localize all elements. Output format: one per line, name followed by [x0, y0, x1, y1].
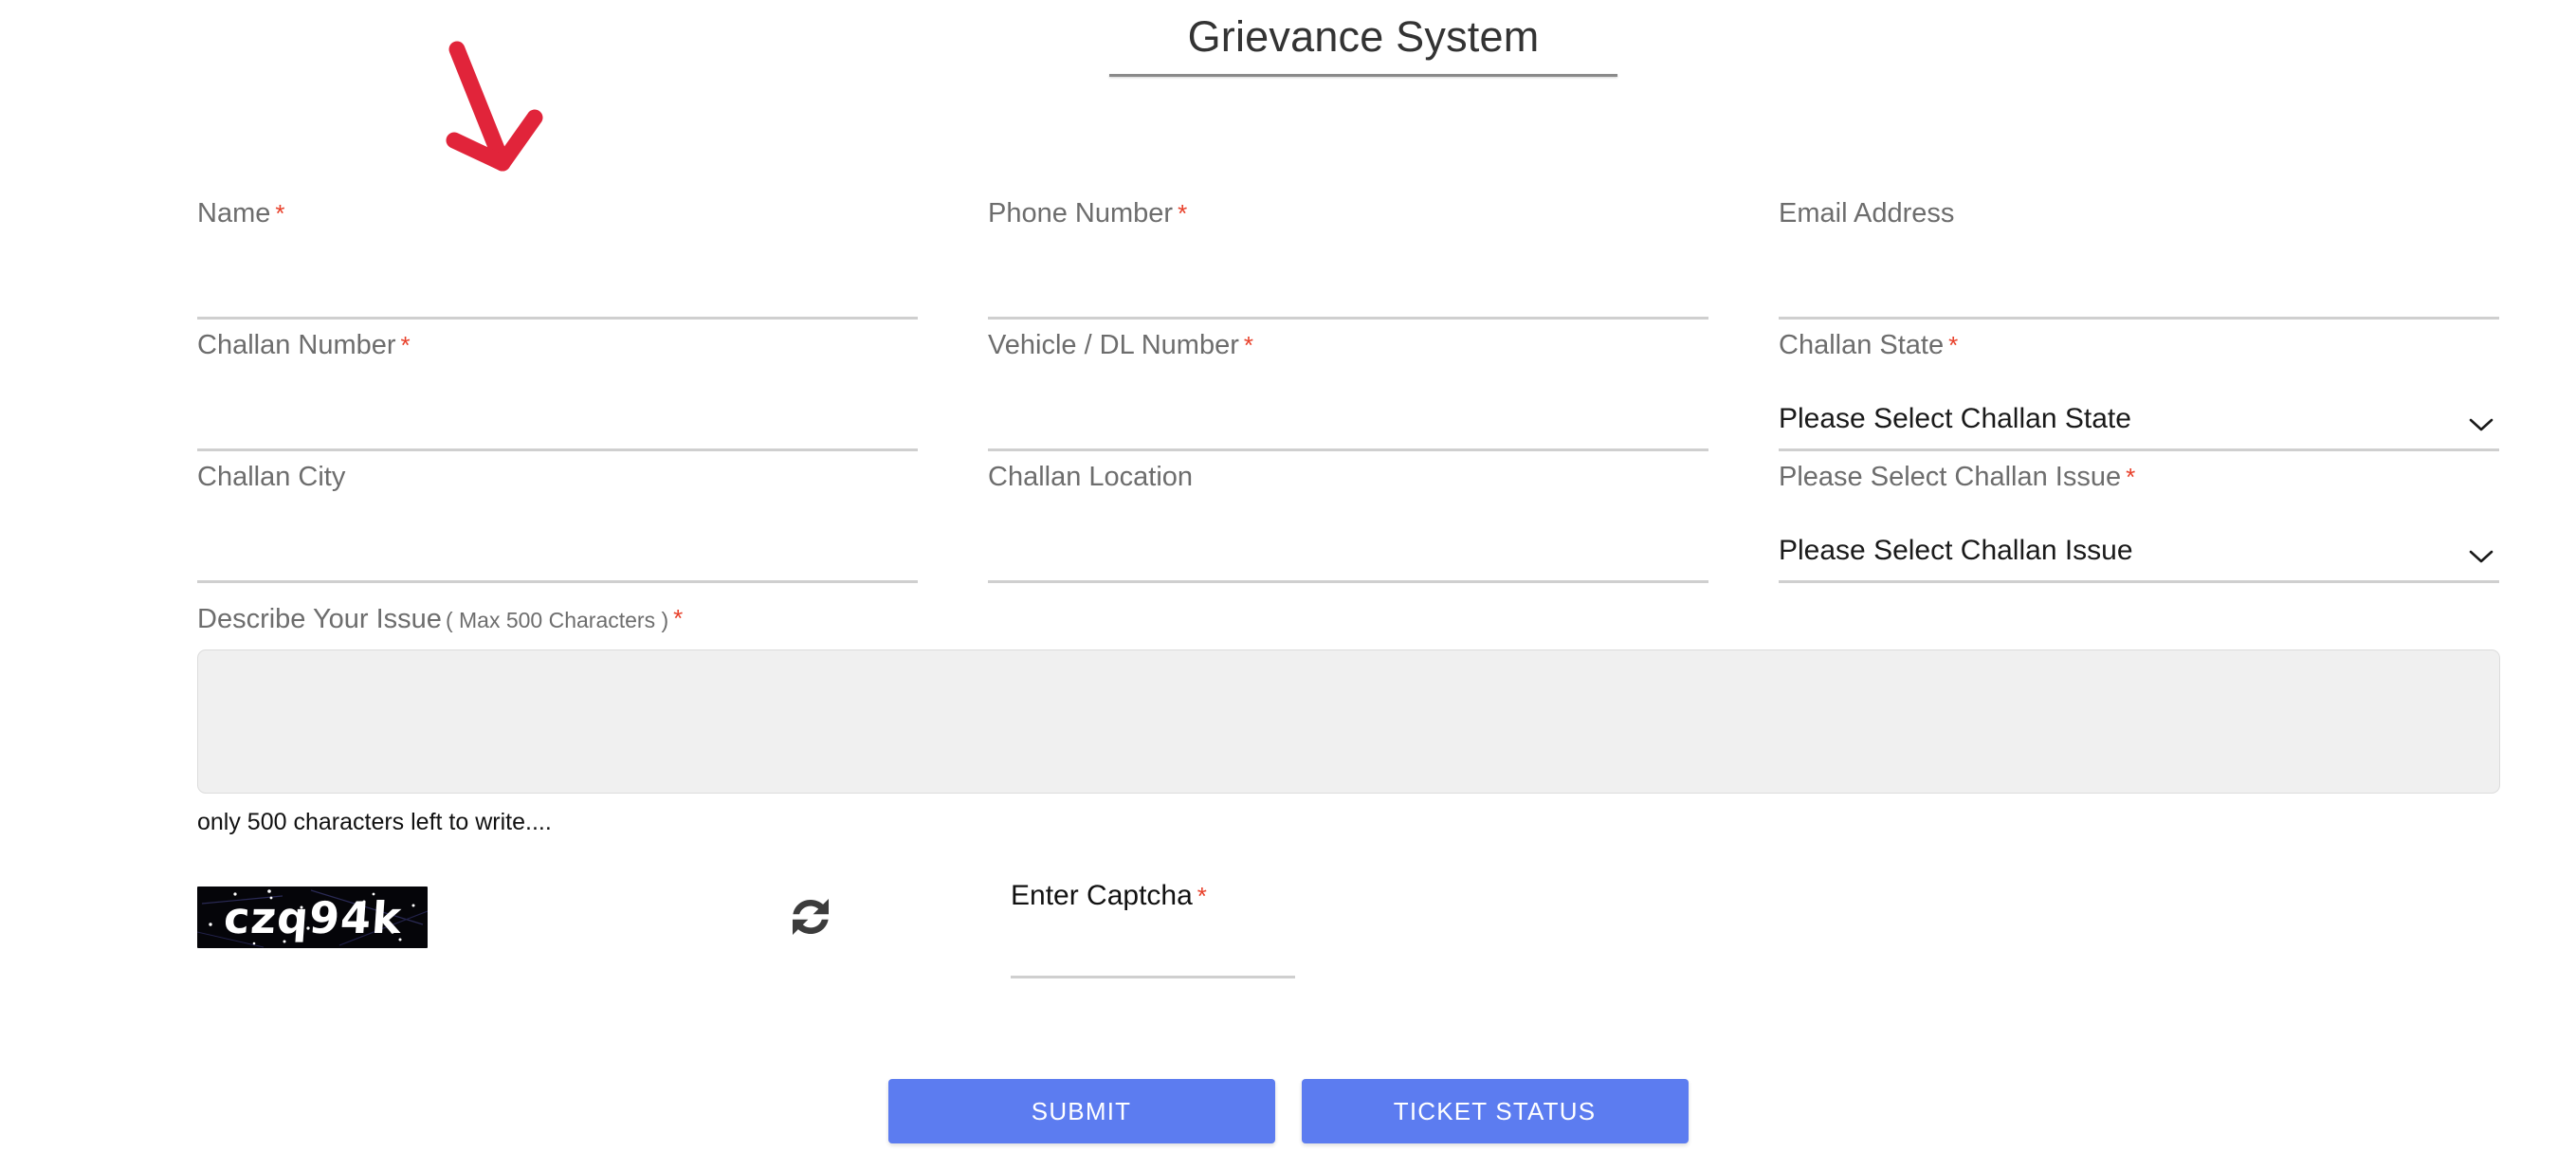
label-text: Phone Number	[988, 198, 1174, 229]
input-underline	[1779, 580, 2499, 583]
field-label: Email Address	[1779, 188, 2499, 229]
field-vehicle-dl-number: Vehicle / DL Number *	[988, 320, 1708, 451]
ticket-status-button[interactable]: TICKET STATUS	[1301, 1079, 1689, 1143]
field-label: Enter Captcha *	[1011, 872, 1295, 912]
challan-city-input[interactable]	[197, 523, 918, 580]
required-marker: *	[1178, 199, 1188, 228]
field-label: Challan Location	[988, 451, 1708, 493]
required-marker: *	[1197, 882, 1207, 910]
field-name: Name *	[197, 188, 918, 320]
email-address-input[interactable]	[1779, 260, 2499, 317]
required-marker: *	[275, 199, 285, 228]
enter-captcha-input[interactable]	[1011, 919, 1295, 976]
field-label: Name *	[197, 188, 918, 229]
challan-state-select-value[interactable]: Please Select Challan State	[1779, 402, 2131, 436]
field-challan-location: Challan Location	[988, 451, 1708, 583]
form-row: Name * Phone Number * Email Address	[197, 188, 2499, 320]
label-text: Challan City	[197, 462, 346, 492]
label-text: Challan Location	[988, 462, 1194, 492]
label-text: Enter Captcha	[1011, 880, 1193, 911]
field-challan-number: Challan Number *	[197, 320, 918, 451]
submit-button[interactable]: SUBMIT	[887, 1079, 1275, 1143]
character-counter: only 500 characters left to write....	[197, 809, 552, 835]
label-text: Email Address	[1779, 198, 1955, 229]
vehicle-dl-number-input[interactable]	[988, 392, 1708, 448]
field-label: Vehicle / DL Number *	[988, 320, 1708, 361]
challan-number-input[interactable]	[197, 392, 918, 448]
phone-number-input[interactable]	[988, 260, 1708, 317]
required-marker: *	[1243, 331, 1254, 359]
page-title: Grievance System	[1187, 12, 1540, 61]
chevron-down-icon[interactable]	[2469, 417, 2494, 432]
field-label: Please Select Challan Issue *	[1779, 451, 2499, 493]
field-label: Challan Number *	[197, 320, 918, 361]
captcha-code-text: czq94k	[221, 891, 404, 943]
captcha-image: czq94k	[197, 887, 428, 948]
page-header: Grievance System	[1109, 0, 1617, 77]
input-underline	[988, 580, 1708, 583]
required-marker: *	[400, 331, 411, 359]
label-text: Vehicle / DL Number	[988, 330, 1239, 360]
field-enter-captcha: Enter Captcha *	[1011, 872, 1295, 978]
title-divider	[1109, 74, 1617, 77]
field-label: Challan City	[197, 451, 918, 493]
label-text: Challan State	[1779, 330, 1945, 360]
describe-issue-block: Describe Your Issue( Max 500 Characters …	[197, 602, 2500, 836]
captcha-row: czq94k Enter Captcha *	[197, 872, 1335, 996]
required-marker: *	[1948, 331, 1959, 359]
label-text: Please Select Challan Issue	[1779, 462, 2122, 492]
input-underline	[1011, 976, 1295, 978]
field-challan-state[interactable]: Challan State * Please Select Challan Sta…	[1779, 320, 2499, 451]
required-marker: *	[673, 604, 684, 632]
challan-issue-select-value[interactable]: Please Select Challan Issue	[1779, 534, 2133, 568]
form-row: Challan City Challan Location Please Sel…	[197, 451, 2499, 583]
chevron-down-icon[interactable]	[2469, 549, 2494, 564]
form-grid: Name * Phone Number * Email Address Challa…	[197, 188, 2499, 583]
form-row: Challan Number * Vehicle / DL Number * Cha…	[197, 320, 2499, 451]
field-label: Phone Number *	[988, 188, 1708, 229]
label-text: Describe Your Issue	[197, 604, 442, 634]
label-text: Challan Number	[197, 330, 396, 360]
refresh-icon[interactable]	[787, 893, 834, 941]
describe-issue-textarea[interactable]	[197, 649, 2500, 794]
field-phone-number: Phone Number *	[988, 188, 1708, 320]
arrow-down-right-icon	[446, 41, 543, 172]
form-actions: SUBMIT TICKET STATUS	[0, 1079, 2576, 1143]
name-input[interactable]	[197, 260, 918, 317]
label-hint: ( Max 500 Characters )	[445, 608, 669, 632]
describe-issue-label: Describe Your Issue( Max 500 Characters …	[197, 602, 2500, 637]
field-challan-city: Challan City	[197, 451, 918, 583]
challan-location-input[interactable]	[988, 523, 1708, 580]
field-challan-issue[interactable]: Please Select Challan Issue * Please Sele…	[1779, 451, 2499, 583]
label-text: Name	[197, 198, 271, 229]
field-label: Challan State *	[1779, 320, 2499, 361]
input-underline	[197, 580, 918, 583]
grievance-form-page: Grievance System Name* Phone Number* E	[0, 0, 2576, 1170]
field-email-address: Email Address	[1779, 188, 2499, 320]
required-marker: *	[2126, 463, 2136, 491]
